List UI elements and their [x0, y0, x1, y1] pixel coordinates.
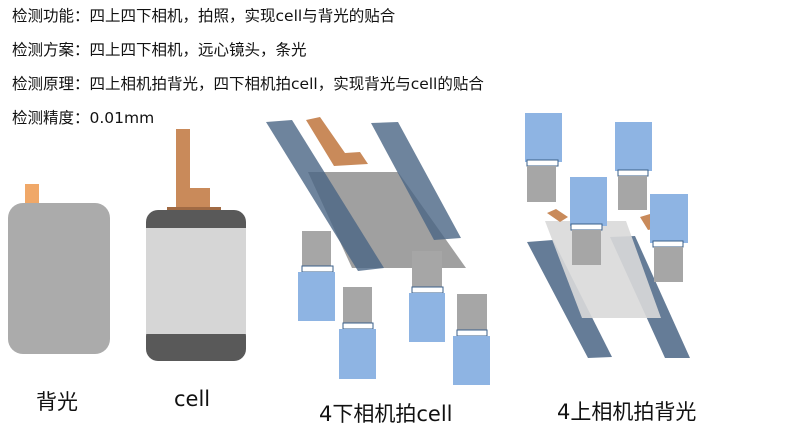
- caption-upper-cameras: 4上相机拍背光: [557, 400, 697, 424]
- caption-lower-cameras: 4下相机拍cell: [319, 402, 453, 426]
- diagram-canvas: [8, 113, 690, 385]
- camera-icon: [650, 194, 688, 282]
- caption-backlight: 背光: [36, 390, 78, 414]
- camera-icon: [409, 251, 445, 342]
- camera-icon: [453, 294, 490, 385]
- backlight-tab: [547, 209, 568, 222]
- backlight-tab: [25, 184, 39, 204]
- cell-illustration: [146, 129, 246, 361]
- camera-icon: [615, 122, 652, 210]
- upper-cameras-illustration: [525, 113, 690, 358]
- lower-cameras-illustration: [266, 117, 490, 385]
- backlight-illustration: [8, 184, 110, 354]
- camera-icon: [298, 231, 335, 321]
- camera-icon: [339, 287, 376, 379]
- caption-cell: cell: [174, 387, 211, 411]
- cell-fpc: [176, 129, 210, 210]
- backlight-panel: [8, 203, 110, 354]
- camera-icon: [525, 113, 562, 202]
- cell-body: [146, 228, 246, 334]
